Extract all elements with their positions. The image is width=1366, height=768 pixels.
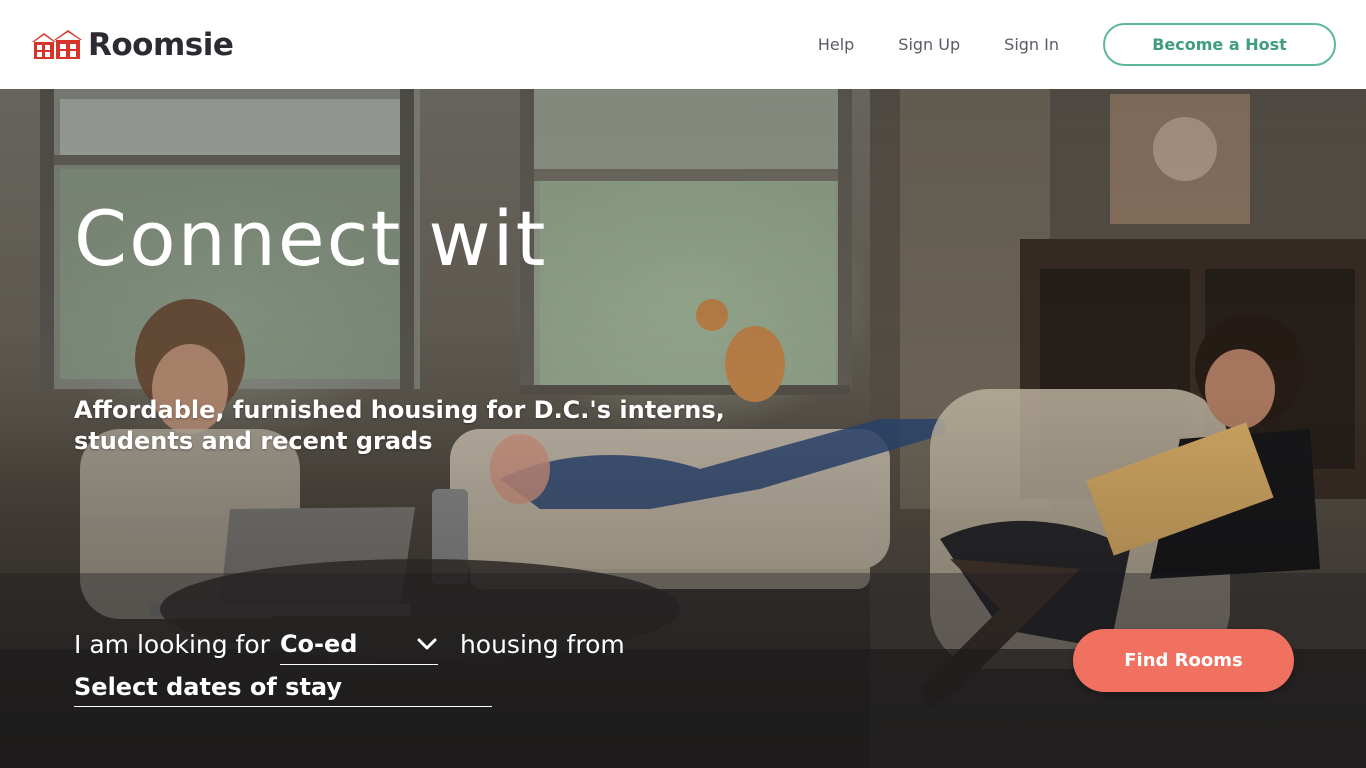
dates-placeholder: Select dates of stay <box>74 672 343 701</box>
brand-name: Roomsie <box>88 26 234 63</box>
housing-type-value: Co-ed <box>279 629 358 658</box>
search-middle-text: housing from <box>459 630 625 659</box>
search-sentence: I am looking for Co-ed housing from <box>74 627 625 665</box>
help-link[interactable]: Help <box>818 35 854 54</box>
chevron-down-icon <box>417 638 437 649</box>
sign-up-link[interactable]: Sign Up <box>898 35 960 54</box>
housing-type-select[interactable]: Co-ed <box>279 627 438 665</box>
become-host-button[interactable]: Become a Host <box>1103 23 1336 66</box>
main-nav: Help Sign Up Sign In Become a Host <box>818 23 1336 66</box>
sign-in-link[interactable]: Sign In <box>1004 35 1059 54</box>
hero-headline: Connect wit <box>74 194 548 283</box>
logo[interactable]: Roomsie <box>30 26 234 63</box>
dates-of-stay-field[interactable]: Select dates of stay <box>74 667 492 707</box>
houses-logo-icon <box>32 29 82 59</box>
hero-subheadline: Affordable, furnished housing for D.C.'s… <box>74 396 725 455</box>
find-rooms-button[interactable]: Find Rooms <box>1073 629 1294 692</box>
top-navbar: Roomsie Help Sign Up Sign In Become a Ho… <box>0 0 1366 89</box>
hero-section: Connect wit Affordable, furnished housin… <box>0 89 1366 768</box>
search-prefix-text: I am looking for <box>74 630 270 659</box>
